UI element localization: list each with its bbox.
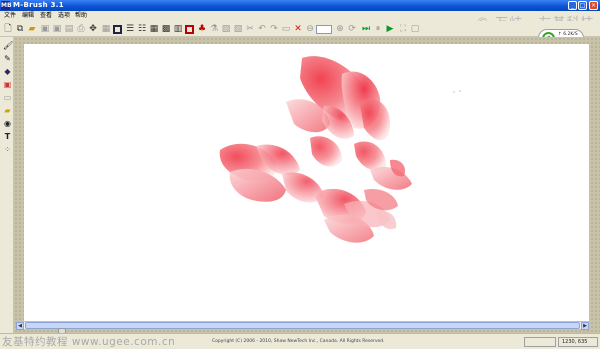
blank-tool-icon[interactable]: ▭	[3, 93, 12, 102]
maximize-button[interactable]: □	[578, 1, 587, 10]
menu-help[interactable]: 帮助	[75, 11, 87, 21]
text-tool-icon[interactable]: T	[3, 132, 12, 141]
scroll-right-icon[interactable]: ▶	[581, 322, 589, 330]
color-frame-icon[interactable]	[185, 25, 194, 34]
zoom-out-icon[interactable]: ⊖	[305, 24, 315, 34]
new-file-icon[interactable]: 🗋	[3, 24, 13, 34]
menu-file[interactable]: 文件	[4, 11, 16, 21]
table-icon[interactable]: ▦	[149, 24, 159, 34]
export-icon[interactable]: ▤	[64, 24, 74, 34]
new-window-icon[interactable]: ⧉	[15, 24, 25, 34]
pause-icon[interactable]: ⏸	[373, 24, 383, 34]
print-icon[interactable]: ⎙	[76, 24, 86, 34]
tool-palette: 🖌 ✎ ◆ ▣ ▭ ▰ ◉ T ⁘	[0, 37, 14, 333]
cursor-coordinates: 1230, 635	[558, 337, 598, 347]
minimize-button[interactable]: _	[568, 1, 577, 10]
crop-icon[interactable]: ✂	[245, 24, 255, 34]
open-folder-icon[interactable]: ▰	[27, 24, 37, 34]
clear-icon[interactable]: ▭	[281, 24, 291, 34]
scroll-thumb[interactable]	[25, 322, 580, 329]
layers-icon[interactable]: ☷	[137, 24, 147, 34]
undo-icon[interactable]: ↶	[257, 24, 267, 34]
horizontal-scrollbar[interactable]: ◀ ▶	[16, 321, 589, 330]
play-step-icon[interactable]: ⏭	[361, 24, 371, 34]
select-all-icon[interactable]: ▧	[233, 24, 243, 34]
menu-options[interactable]: 选项	[58, 11, 70, 21]
fullscreen-icon[interactable]: ⛶	[398, 24, 408, 34]
drawing-canvas[interactable]	[24, 44, 589, 321]
fit-window-icon[interactable]: ▢	[410, 24, 420, 34]
move-icon[interactable]: ✥	[88, 24, 98, 34]
app-window: MB M-Brush 3.1 _ □ × 文件 编辑 查看 选项 帮助 © 万岐…	[0, 0, 600, 349]
title-bar[interactable]: MB M-Brush 3.1 _ □ ×	[0, 0, 600, 11]
delete-icon[interactable]: ✕	[293, 24, 303, 34]
lines-icon[interactable]: ☰	[125, 24, 135, 34]
watermark-bottom: 友基特约教程 www.ugee.com.cn	[2, 336, 176, 348]
toolbar: 🗋 ⧉ ▰ ▣ ▣ ▤ ⎙ ✥ ▦ ☰ ☷ ▦ ▩ ▥ ♣ ⚗ ▧ ▧ ✂ ↶ …	[0, 21, 600, 37]
refresh-icon[interactable]: ⟳	[347, 24, 357, 34]
select-rect-icon[interactable]: ▧	[221, 24, 231, 34]
stamp-icon[interactable]: ♣	[197, 24, 207, 34]
redo-icon[interactable]: ↷	[269, 24, 279, 34]
blur-icon[interactable]: ◉	[3, 119, 12, 128]
frame-icon[interactable]	[113, 25, 122, 34]
pencil-icon[interactable]: ✎	[3, 54, 12, 63]
palette-icon[interactable]: ⁘	[3, 145, 12, 154]
filter-icon[interactable]: ⚗	[209, 24, 219, 34]
close-button[interactable]: ×	[589, 1, 598, 10]
window-title: M-Brush 3.1	[13, 1, 64, 9]
eraser-icon[interactable]: ▰	[3, 106, 12, 115]
zoom-in-icon[interactable]: ⊕	[335, 24, 345, 34]
canvas-icon[interactable]: ▥	[173, 24, 183, 34]
save-as-icon[interactable]: ▣	[52, 24, 62, 34]
play-icon[interactable]: ▶	[385, 24, 395, 34]
zoom-input[interactable]	[316, 25, 332, 34]
menu-view[interactable]: 查看	[40, 11, 52, 21]
status-panel	[524, 337, 556, 347]
app-logo-icon[interactable]: MB	[1, 1, 12, 10]
menu-edit[interactable]: 编辑	[22, 11, 34, 21]
save-icon[interactable]: ▣	[40, 24, 50, 34]
grid-icon[interactable]: ▦	[101, 24, 111, 34]
copyright-text: Copyright (C) 2006 - 2010, Shaw NewTech …	[212, 339, 385, 344]
scroll-left-icon[interactable]: ◀	[16, 322, 24, 330]
fill-icon[interactable]: ◆	[3, 67, 12, 76]
mosaic-icon[interactable]: ▩	[161, 24, 171, 34]
color-picker-icon[interactable]: ▣	[3, 80, 12, 89]
flower-painting	[219, 56, 461, 243]
brush-icon[interactable]: 🖌	[3, 41, 13, 50]
